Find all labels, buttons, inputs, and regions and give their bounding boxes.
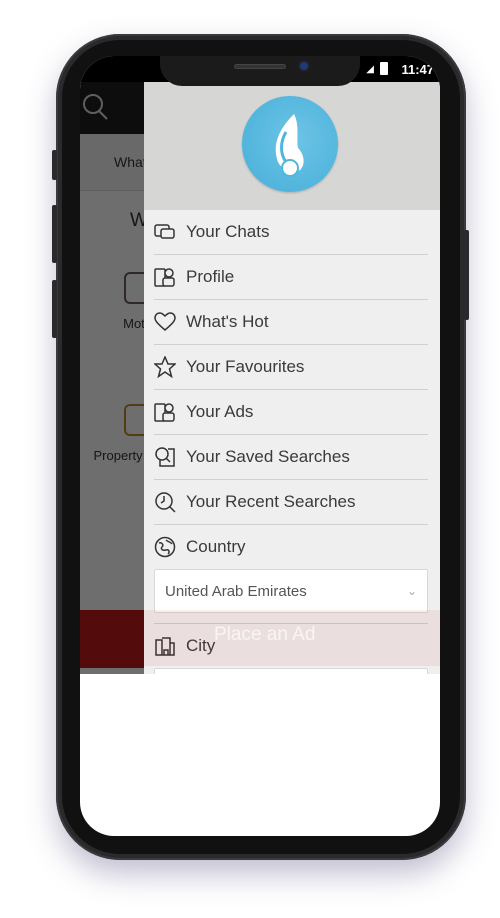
- menu-item-saved-searches[interactable]: Your Saved Searches: [154, 435, 428, 480]
- signal-icon: ◢: [366, 64, 374, 75]
- phone-notch: [160, 56, 360, 86]
- menu-item-your-favourites[interactable]: Your Favourites: [154, 345, 428, 390]
- flame-logo-icon: [275, 114, 304, 177]
- status-time: 11:47: [401, 62, 434, 77]
- heart-icon: [154, 311, 176, 333]
- star-icon: [154, 356, 176, 378]
- profile-icon: [154, 266, 176, 288]
- phone-volume-down: [52, 280, 57, 338]
- country-section-label: Country: [154, 525, 428, 569]
- battery-icon: [380, 62, 388, 75]
- menu-item-profile[interactable]: Profile: [154, 255, 428, 300]
- chevron-down-icon: ⌄: [406, 584, 417, 598]
- country-select-value: United Arab Emirates: [165, 582, 307, 600]
- screen: ◢ 11:47 dubizzle What's Hot Browse What …: [80, 56, 440, 836]
- phone-mute-button: [52, 150, 57, 180]
- saved-search-icon: [154, 446, 176, 468]
- ads-icon: [154, 401, 176, 423]
- front-camera: [300, 62, 308, 70]
- drawer-menu: Your Chats Profile What's Hot Your Favou…: [154, 210, 428, 674]
- menu-item-your-ads[interactable]: Your Ads: [154, 390, 428, 435]
- phone-power-button: [464, 230, 469, 320]
- place-ad-ghost: Place an Ad: [144, 610, 440, 666]
- menu-item-recent-searches[interactable]: Your Recent Searches: [154, 480, 428, 525]
- chat-icon: [154, 221, 176, 243]
- phone-volume-up: [52, 205, 57, 263]
- globe-icon: [154, 536, 176, 558]
- city-select[interactable]: [154, 668, 428, 674]
- profile-avatar[interactable]: [242, 96, 338, 192]
- menu-item-whats-hot[interactable]: What's Hot: [154, 300, 428, 345]
- recent-search-icon: [154, 491, 176, 513]
- country-select[interactable]: United Arab Emirates ⌄: [154, 569, 428, 613]
- side-drawer: Your Chats Profile What's Hot Your Favou…: [144, 82, 440, 674]
- speaker-grille: [234, 64, 286, 69]
- menu-item-your-chats[interactable]: Your Chats: [154, 210, 428, 255]
- drawer-header: [144, 82, 440, 210]
